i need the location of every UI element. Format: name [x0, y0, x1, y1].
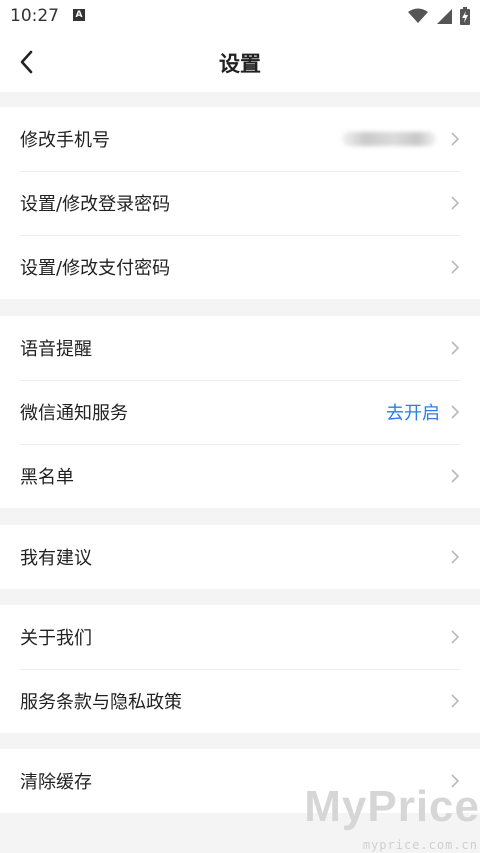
settings-row-clear-cache[interactable]: 清除缓存 [0, 749, 480, 813]
wifi-icon [408, 8, 428, 23]
settings-group-notifications: 语音提醒 微信通知服务 去开启 黑名单 [0, 316, 480, 508]
chevron-right-icon [451, 469, 460, 483]
chevron-right-icon [451, 196, 460, 210]
settings-group-about: 关于我们 服务条款与隐私政策 [0, 605, 480, 733]
chevron-right-icon [451, 694, 460, 708]
row-label: 关于我们 [20, 628, 92, 649]
settings-row-blacklist[interactable]: 黑名单 [0, 444, 480, 508]
row-label: 黑名单 [20, 467, 74, 488]
battery-charging-icon [460, 7, 470, 25]
row-label: 清除缓存 [20, 772, 92, 793]
chevron-right-icon [451, 260, 460, 274]
row-label: 我有建议 [20, 548, 92, 569]
settings-group-account: 修改手机号 设置/修改登录密码 设置/修改支付密码 [0, 107, 480, 299]
enable-link[interactable]: 去开启 [386, 399, 440, 425]
settings-row-suggestion[interactable]: 我有建议 [0, 525, 480, 589]
signal-icon [437, 9, 452, 24]
settings-row-login-password[interactable]: 设置/修改登录密码 [0, 171, 480, 235]
row-label: 设置/修改支付密码 [20, 258, 171, 279]
a-letter-icon: A [73, 9, 85, 21]
watermark-url: myprice.com.cn [362, 838, 478, 852]
settings-row-change-phone[interactable]: 修改手机号 [0, 107, 480, 171]
page-title: 设置 [219, 52, 261, 76]
chevron-right-icon [451, 341, 460, 355]
masked-phone-value [342, 132, 436, 146]
row-label: 设置/修改登录密码 [20, 194, 171, 215]
chevron-right-icon [451, 550, 460, 564]
settings-row-voice-reminder[interactable]: 语音提醒 [0, 316, 480, 380]
settings-row-terms-privacy[interactable]: 服务条款与隐私政策 [0, 669, 480, 733]
chevron-right-icon [451, 132, 460, 146]
settings-group-cache: 清除缓存 [0, 749, 480, 813]
row-label: 语音提醒 [20, 339, 92, 360]
system-icons [408, 7, 470, 25]
status-bar: 10:27 A [0, 0, 480, 32]
settings-row-payment-password[interactable]: 设置/修改支付密码 [0, 235, 480, 299]
settings-row-wechat-notify[interactable]: 微信通知服务 去开启 [0, 380, 480, 444]
nav-bar: 设置 [0, 32, 480, 92]
chevron-right-icon [451, 405, 460, 419]
status-time: 10:27 [10, 6, 59, 26]
chevron-right-icon [451, 630, 460, 644]
settings-group-feedback: 我有建议 [0, 525, 480, 589]
row-label: 修改手机号 [20, 130, 110, 151]
chevron-right-icon [451, 774, 460, 788]
row-label: 服务条款与隐私政策 [20, 692, 182, 713]
row-label: 微信通知服务 [20, 403, 128, 424]
settings-row-about-us[interactable]: 关于我们 [0, 605, 480, 669]
